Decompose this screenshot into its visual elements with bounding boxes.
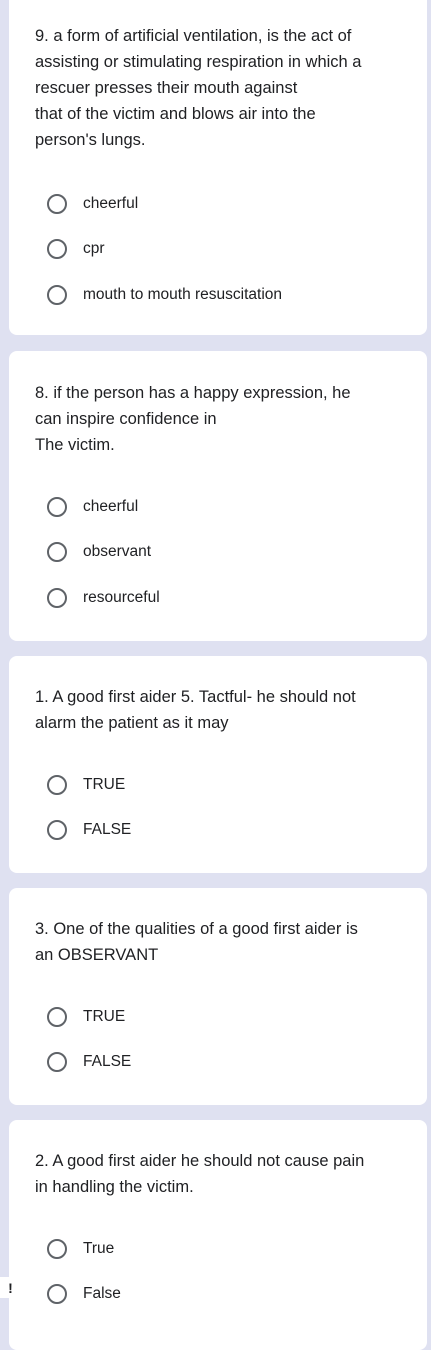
radio-option-false[interactable]: FALSE (35, 1040, 403, 1086)
radio-group: True False (35, 1226, 403, 1317)
option-label: True (83, 1239, 115, 1257)
question-text: 8. if the person has a happy expression,… (35, 384, 351, 454)
radio-option-true[interactable]: TRUE (35, 994, 403, 1040)
option-label: mouth to mouth resuscitation (83, 285, 283, 303)
radio-button-icon[interactable] (47, 239, 67, 260)
option-label: FALSE (83, 821, 132, 839)
radio-button-icon[interactable] (47, 193, 67, 214)
question-text: 1. A good first aider 5. Tactful- he sho… (35, 688, 356, 732)
question-card-2: 2. A good first aider he should not caus… (9, 1120, 427, 1350)
radio-group: TRUE FALSE (35, 994, 403, 1085)
option-label: FALSE (83, 1053, 132, 1071)
radio-button-icon[interactable] (47, 1284, 67, 1305)
question-card-9: 9. a form of artificial ventilation, is … (9, 0, 427, 335)
radio-button-icon[interactable] (47, 284, 67, 305)
radio-option-cheerful[interactable]: cheerful (35, 181, 403, 227)
radio-option-mouth-to-mouth[interactable]: mouth to mouth resuscitation (35, 272, 403, 318)
radio-group: cheerful cpr mouth to mouth resuscitatio… (35, 181, 403, 318)
radio-group: TRUE FALSE (35, 762, 403, 853)
radio-button-icon[interactable] (47, 774, 67, 795)
option-label: cpr (83, 240, 105, 258)
option-label: cheerful (83, 497, 139, 515)
radio-option-cpr[interactable]: cpr (35, 227, 403, 273)
question-text: 3. One of the qualities of a good first … (35, 920, 358, 964)
option-label: observant (83, 543, 152, 561)
option-label: TRUE (83, 1007, 126, 1025)
option-label: resourceful (83, 588, 160, 606)
radio-group: cheerful observant resourceful (35, 484, 403, 621)
radio-button-icon[interactable] (47, 496, 67, 517)
option-label: False (83, 1285, 121, 1303)
question-card-1: 1. A good first aider 5. Tactful- he sho… (9, 656, 427, 873)
radio-option-true[interactable]: TRUE (35, 762, 403, 808)
radio-option-true[interactable]: True (35, 1226, 403, 1272)
radio-option-observant[interactable]: observant (35, 530, 403, 576)
radio-button-icon[interactable] (47, 1052, 67, 1073)
radio-button-icon[interactable] (47, 1006, 67, 1027)
radio-option-cheerful[interactable]: cheerful (35, 484, 403, 530)
radio-option-false[interactable]: False (35, 1272, 403, 1318)
radio-option-resourceful[interactable]: resourceful (35, 575, 403, 621)
option-label: cheerful (83, 194, 139, 212)
required-warning-icon: ! (0, 1277, 21, 1298)
radio-option-false[interactable]: FALSE (35, 808, 403, 854)
question-text: 9. a form of artificial ventilation, is … (35, 27, 362, 149)
question-card-8: 8. if the person has a happy expression,… (9, 351, 427, 641)
question-card-3: 3. One of the qualities of a good first … (9, 888, 427, 1105)
option-label: TRUE (83, 775, 126, 793)
radio-button-icon[interactable] (47, 542, 67, 563)
radio-button-icon[interactable] (47, 820, 67, 841)
question-text: 2. A good first aider he should not caus… (35, 1152, 365, 1196)
radio-button-icon[interactable] (47, 1238, 67, 1259)
radio-button-icon[interactable] (47, 587, 67, 608)
